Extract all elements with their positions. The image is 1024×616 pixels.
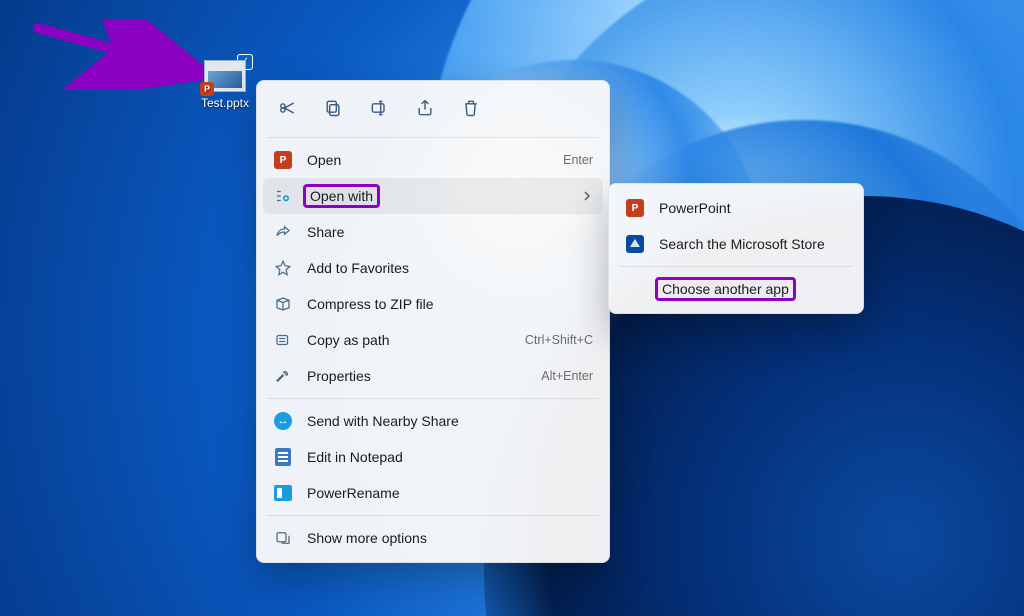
menu-label: Send with Nearby Share xyxy=(307,413,593,429)
power-rename-icon xyxy=(273,483,293,503)
menu-label: Compress to ZIP file xyxy=(307,296,593,312)
rename-button[interactable] xyxy=(359,91,399,125)
ms-store-icon xyxy=(625,234,645,254)
powerpoint-icon: P xyxy=(625,198,645,218)
submenu-item-store[interactable]: Search the Microsoft Store xyxy=(615,226,857,262)
notepad-icon xyxy=(273,447,293,467)
submenu-item-choose-another[interactable]: Choose another app xyxy=(615,271,857,307)
menu-label: Share xyxy=(307,224,593,240)
menu-separator xyxy=(267,398,599,399)
trash-icon xyxy=(461,98,481,118)
zip-icon xyxy=(273,294,293,314)
menu-label: Show more options xyxy=(307,530,593,546)
menu-accelerator: Enter xyxy=(563,153,593,167)
cut-button[interactable] xyxy=(267,91,307,125)
nearby-share-icon xyxy=(273,411,293,431)
submenu-label: PowerPoint xyxy=(659,200,847,216)
menu-label: PowerRename xyxy=(307,485,593,501)
share-arrow-icon xyxy=(273,222,293,242)
submenu-label: Search the Microsoft Store xyxy=(659,236,847,252)
menu-item-more-options[interactable]: Show more options xyxy=(263,520,603,556)
menu-accelerator: Ctrl+Shift+C xyxy=(525,333,593,347)
submenu-item-powerpoint[interactable]: P PowerPoint xyxy=(615,190,857,226)
menu-separator xyxy=(267,137,599,138)
menu-item-copy-path[interactable]: Copy as path Ctrl+Shift+C xyxy=(263,322,603,358)
menu-item-properties[interactable]: Properties Alt+Enter xyxy=(263,358,603,394)
menu-item-zip[interactable]: Compress to ZIP file xyxy=(263,286,603,322)
menu-label: Add to Favorites xyxy=(307,260,593,276)
menu-separator xyxy=(619,266,853,267)
menu-item-open-with[interactable]: Open with xyxy=(263,178,603,214)
menu-item-notepad[interactable]: Edit in Notepad xyxy=(263,439,603,475)
chevron-right-icon xyxy=(581,190,593,202)
blank-icon xyxy=(625,279,645,299)
star-icon xyxy=(273,258,293,278)
context-menu: P Open Enter Open with Share Add to Favo… xyxy=(256,80,610,563)
menu-separator xyxy=(267,515,599,516)
menu-label: Open xyxy=(307,152,549,168)
wrench-icon xyxy=(273,366,293,386)
menu-item-favorites[interactable]: Add to Favorites xyxy=(263,250,603,286)
menu-label: Edit in Notepad xyxy=(307,449,593,465)
context-toolbar xyxy=(263,87,603,133)
menu-item-share[interactable]: Share xyxy=(263,214,603,250)
desktop-file-item[interactable]: P Test.pptx xyxy=(197,60,253,110)
open-with-icon xyxy=(273,186,293,206)
pptx-file-icon: P xyxy=(204,60,246,92)
share-icon xyxy=(415,98,435,118)
submenu-label: Choose another app xyxy=(662,281,789,297)
copy-button[interactable] xyxy=(313,91,353,125)
menu-label: Open with xyxy=(310,188,373,204)
menu-item-open[interactable]: P Open Enter xyxy=(263,142,603,178)
delete-button[interactable] xyxy=(451,91,491,125)
powerpoint-icon: P xyxy=(273,150,293,170)
menu-item-power-rename[interactable]: PowerRename xyxy=(263,475,603,511)
annotation-highlight: Choose another app xyxy=(655,277,796,301)
share-button[interactable] xyxy=(405,91,445,125)
more-options-icon xyxy=(273,528,293,548)
copy-icon xyxy=(323,98,343,118)
menu-accelerator: Alt+Enter xyxy=(541,369,593,383)
scissors-icon xyxy=(277,98,297,118)
menu-item-nearby-share[interactable]: Send with Nearby Share xyxy=(263,403,603,439)
menu-label: Copy as path xyxy=(307,332,511,348)
file-name-label: Test.pptx xyxy=(201,96,249,110)
copy-path-icon xyxy=(273,330,293,350)
open-with-submenu: P PowerPoint Search the Microsoft Store … xyxy=(608,183,864,314)
menu-label: Properties xyxy=(307,368,527,384)
annotation-highlight: Open with xyxy=(303,184,380,208)
rename-icon xyxy=(369,98,389,118)
